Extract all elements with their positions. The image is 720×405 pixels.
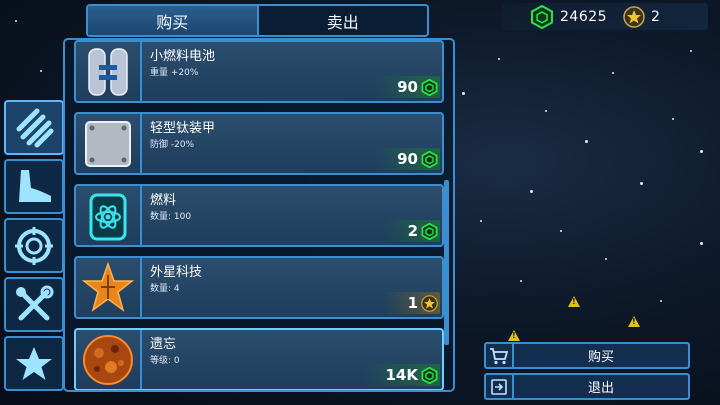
exit-button-label: 退出: [587, 381, 614, 396]
shop-item[interactable]: 遗忘 等级: 0 14K: [74, 328, 444, 390]
exit-icon: [491, 378, 507, 395]
green-cube-icon: [421, 366, 438, 384]
item-name: 遗忘: [150, 337, 177, 352]
shop-item[interactable]: 轻型钛装甲 防御 -20% 90: [74, 112, 444, 175]
hazard-marker-icon: [508, 330, 520, 341]
shop-item[interactable]: 小燃料电池 重量 +20% 90: [74, 40, 444, 103]
star-icon: [16, 346, 52, 380]
price-value: 14K: [385, 366, 419, 384]
atom-canister-icon: [89, 193, 127, 240]
item-price: 90: [373, 76, 440, 98]
item-name: 小燃料电池: [150, 49, 216, 64]
category-sidebar: [4, 100, 64, 395]
category-tools[interactable]: [4, 277, 64, 332]
credits-count: 24625: [560, 8, 608, 25]
boot-icon: [19, 169, 51, 202]
green-cube-icon: [531, 4, 553, 29]
buy-button[interactable]: 购买: [484, 342, 690, 369]
currency-bar: 24625 2: [502, 3, 708, 30]
hazard-marker-icon: [568, 296, 580, 307]
item-stat: 数量: 4: [150, 284, 180, 294]
tab-buy[interactable]: 购买: [88, 6, 259, 35]
buy-button-label: 购买: [587, 350, 614, 365]
item-price: 1: [383, 292, 440, 314]
item-price: 90: [373, 148, 440, 170]
crosshair-icon: [15, 226, 53, 265]
tab-sell[interactable]: 卖出: [259, 6, 428, 35]
pipes-icon: [16, 108, 54, 147]
item-stat: 等级: 0: [150, 356, 180, 366]
category-special[interactable]: [4, 336, 64, 391]
green-cube-icon: [421, 78, 438, 96]
category-boot[interactable]: [4, 159, 64, 214]
shop-item[interactable]: 燃料 数量: 100 2: [74, 184, 444, 247]
stars-count: 2: [651, 8, 660, 25]
gold-star-coin-icon: [421, 294, 438, 312]
cart-icon: [490, 347, 509, 364]
alien-star-icon: [81, 261, 135, 312]
item-price: 2: [383, 220, 440, 242]
price-value: 1: [407, 294, 418, 312]
item-stat: 数量: 100: [150, 212, 192, 222]
list-scrollbar[interactable]: [444, 180, 449, 345]
green-cube-icon: [421, 222, 438, 240]
green-cube-icon: [421, 150, 438, 168]
category-pipes[interactable]: [4, 100, 64, 155]
planet-icon: [83, 334, 133, 385]
item-stat: 防御 -20%: [150, 140, 195, 150]
price-value: 2: [407, 222, 418, 240]
game-screen: { "tabs": { "buy": "购买", "sell": "卖出" },…: [0, 0, 720, 405]
hazard-marker-icon: [628, 316, 640, 327]
armor-plate-icon: [85, 120, 131, 167]
shop-item-list: 小燃料电池 重量 +20% 90 轻型钛装甲 防御 -20% 90 燃料 数量:…: [63, 38, 455, 392]
category-weapons[interactable]: [4, 218, 64, 273]
item-name: 轻型钛装甲: [150, 121, 216, 136]
trade-tabs: 购买 卖出: [86, 4, 429, 37]
price-value: 90: [397, 150, 418, 168]
item-price: 14K: [361, 364, 440, 386]
item-stat: 重量 +20%: [150, 68, 199, 78]
gold-star-coin-icon: [623, 5, 645, 28]
price-value: 90: [397, 78, 418, 96]
tools-icon: [16, 285, 54, 320]
fuel-tanks-icon: [88, 47, 128, 96]
shop-item[interactable]: 外星科技 数量: 4 1: [74, 256, 444, 319]
exit-button[interactable]: 退出: [484, 373, 690, 400]
item-name: 外星科技: [150, 265, 203, 280]
item-name: 燃料: [150, 193, 177, 208]
